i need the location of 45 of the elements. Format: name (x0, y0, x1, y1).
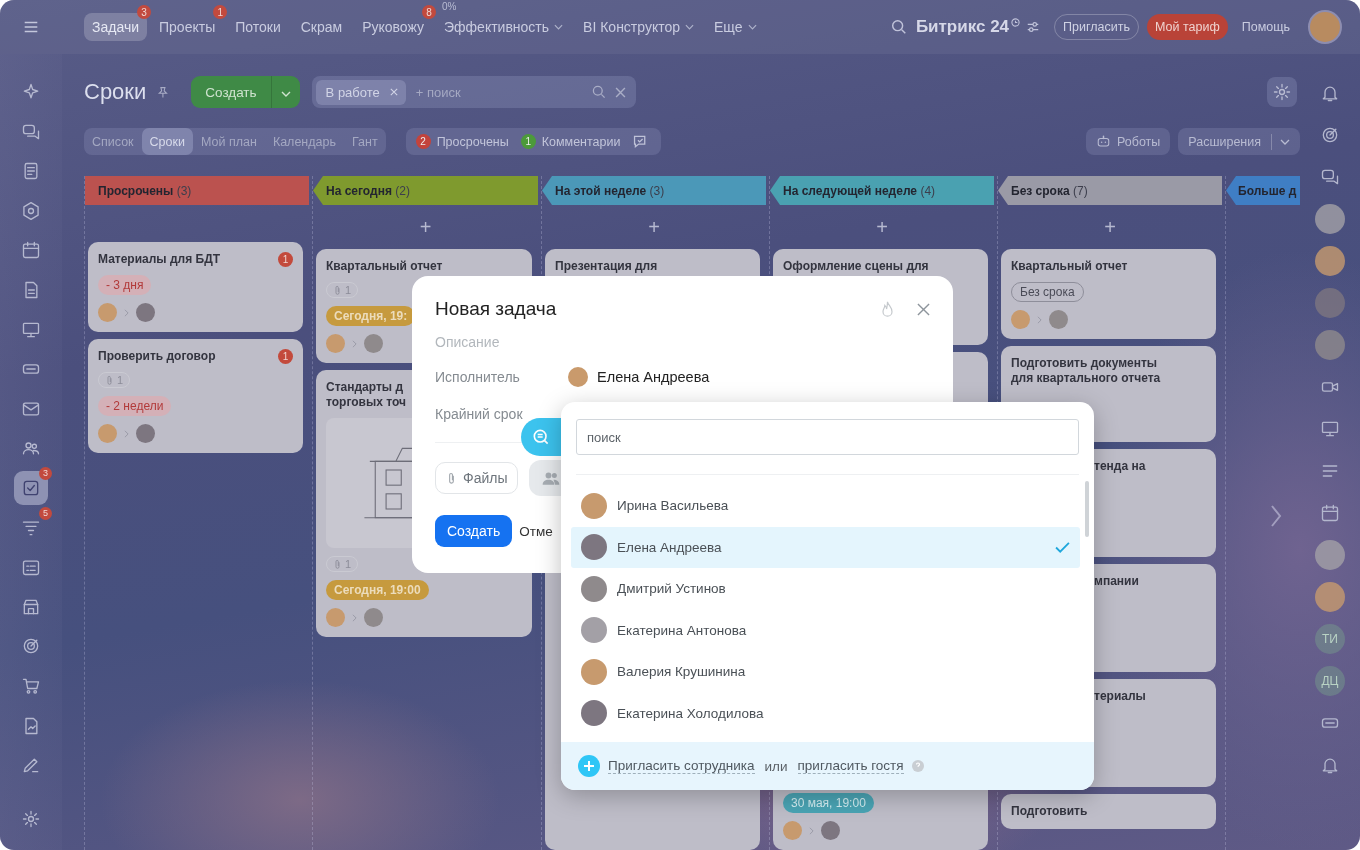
comment-count-badge: 1 (278, 252, 293, 267)
count-badge: 8 (422, 5, 436, 19)
task-title: Оформление сцены для (783, 259, 929, 274)
column-title: Без срока (7) (1011, 183, 1088, 198)
user-name: Екатерина Антонова (617, 622, 747, 638)
deadline-tag: Сегодня, 19:00 (326, 580, 429, 600)
deadline-tag: - 3 дня (98, 275, 152, 295)
counter-badge: 1 (520, 134, 536, 149)
comment-count-badge: 1 (278, 349, 293, 364)
task-title: тенда на (1094, 459, 1146, 474)
task-title: Подготовить (1011, 804, 1088, 819)
column-title: Просрочены (3) (98, 183, 192, 198)
user-name: Ирина Васильева (617, 498, 729, 514)
task-title: териалы (1094, 689, 1146, 704)
task-title: Материалы для БДТ (98, 252, 221, 267)
column-title: Больше д (1238, 183, 1297, 198)
dialog-title: Новая задача (435, 298, 558, 320)
task-title: Стандарты д торговых точ (326, 380, 406, 410)
efficiency-percent: 0% (442, 1, 457, 12)
count-badge: 3 (39, 466, 52, 480)
counter-badge: 2 (415, 134, 431, 149)
page-title: Сроки (84, 79, 147, 105)
counter-label: Просрочены (436, 134, 509, 149)
column-title: На сегодня (2) (326, 183, 410, 198)
task-title: Квартальный отчет (1011, 259, 1128, 274)
user-name: Екатерина Холодилова (617, 705, 764, 721)
user-name: Елена Андреева (617, 539, 722, 555)
or-text: или (764, 758, 788, 774)
field-label: Крайний срок (435, 406, 524, 422)
count-badge: 1 (213, 5, 228, 19)
user-name: Валерия Крушинина (617, 664, 746, 680)
column-title: На следующей неделе (4) (783, 183, 936, 198)
count-badge: 5 (39, 506, 52, 520)
task-title: мпании (1094, 574, 1139, 589)
deadline-tag: 30 мая, 19:00 (783, 793, 874, 813)
user-name: Дмитрий Устинов (617, 581, 726, 597)
count-badge: 3 (137, 5, 151, 19)
task-title: Проверить договор (98, 349, 216, 364)
field-label: Исполнитель (435, 369, 521, 385)
task-title: Презентация для (555, 259, 658, 274)
counter-label: Комментарии (541, 134, 621, 149)
task-title: Подготовить документы для квартального отчета (1011, 356, 1162, 386)
deadline-tag: - 2 недели (98, 396, 172, 416)
task-title: Квартальный отчет (326, 259, 443, 274)
column-title: На этой неделе (3) (555, 183, 665, 198)
